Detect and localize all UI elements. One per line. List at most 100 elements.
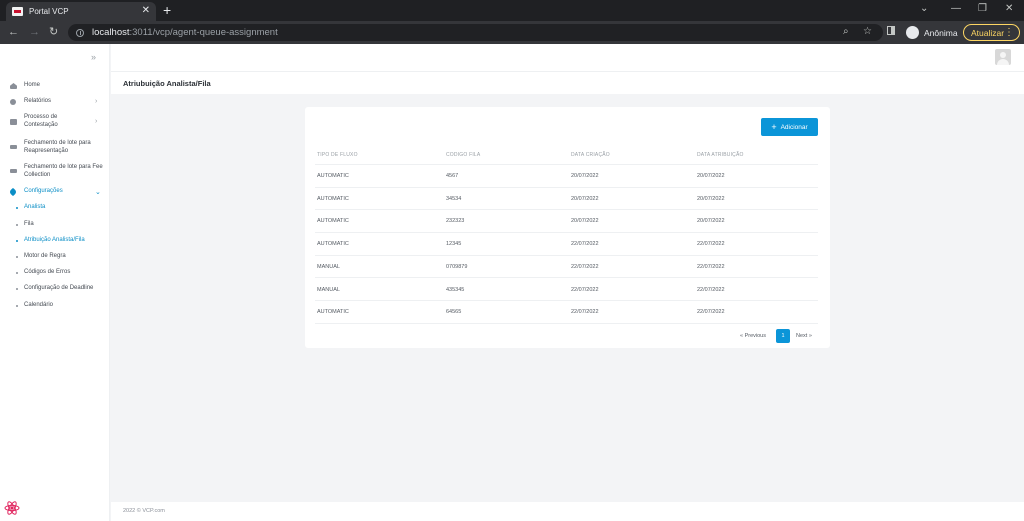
zoom-icon[interactable]: ⌕	[843, 26, 849, 38]
column-header-tipo-fluxo[interactable]: TIPO DE FLUXO	[317, 152, 358, 158]
bullet-icon	[16, 224, 18, 226]
bullet-icon	[16, 272, 18, 274]
info-icon[interactable]	[76, 28, 84, 37]
profile-button[interactable]: Anônima	[906, 26, 958, 39]
sidebar-item-label: Fila	[24, 221, 34, 227]
bullet-icon	[16, 305, 18, 307]
chevron-right-icon: ›	[95, 118, 98, 125]
table-row[interactable]: MANUAL 435345 22/07/2022 22/07/2022	[315, 279, 818, 302]
cell-data-criacao: 20/07/2022	[571, 195, 599, 202]
table-row[interactable]: AUTOMATIC 64565 22/07/2022 22/07/2022	[315, 301, 818, 324]
tab-title: Portal VCP	[29, 7, 69, 16]
footer: 2022 © VCP.com	[111, 502, 1024, 521]
bullet-icon	[16, 240, 18, 242]
table-row[interactable]: MANUAL 0709879 22/07/2022 22/07/2022	[315, 256, 818, 279]
table-row[interactable]: AUTOMATIC 4567 20/07/2022 20/07/2022	[315, 165, 818, 188]
cell-data-criacao: 22/07/2022	[571, 263, 599, 270]
cell-tipo-fluxo: AUTOMATIC	[317, 195, 349, 202]
chart-icon	[10, 99, 16, 105]
profile-label: Anônima	[924, 27, 958, 38]
wrench-icon	[8, 187, 18, 197]
reload-icon[interactable]: ↻	[49, 25, 58, 39]
table-row[interactable]: AUTOMATIC 232323 20/07/2022 20/07/2022	[315, 210, 818, 234]
cell-tipo-fluxo: MANUAL	[317, 286, 340, 293]
table-row[interactable]: AUTOMATIC 34534 20/07/2022 20/07/2022	[315, 188, 818, 211]
chevron-right-icon: ›	[95, 98, 98, 105]
cell-codigo-fila: 12345	[446, 241, 462, 248]
cell-data-atribuicao: 20/07/2022	[697, 173, 725, 179]
table-row[interactable]: AUTOMATIC 12345 22/07/2022 22/07/2022	[315, 233, 818, 256]
bullet-icon	[16, 256, 18, 258]
address-bar[interactable]: localhost :3011/vcp/agent-queue-assignme…	[68, 24, 883, 41]
sidebar-item-label: Configurações	[24, 188, 63, 194]
incognito-icon	[906, 26, 919, 39]
sidebar-item-label: Atribuição Analista/Fila	[24, 237, 85, 243]
sidebar-item-label: Relatórios	[24, 98, 52, 104]
cell-data-atribuicao: 22/07/2022	[697, 286, 725, 293]
cell-tipo-fluxo: AUTOMATIC	[317, 218, 349, 225]
folder-icon	[10, 119, 17, 125]
bullet-icon	[16, 288, 18, 290]
more-icon: ⋮	[1004, 27, 1014, 38]
cell-data-atribuicao: 20/07/2022	[697, 195, 725, 202]
tab-search-icon[interactable]: ⌄	[920, 3, 928, 15]
cell-data-criacao: 22/07/2022	[571, 241, 599, 248]
favicon-icon	[12, 7, 23, 16]
cell-codigo-fila: 4567	[446, 173, 459, 179]
user-avatar-icon[interactable]	[995, 49, 1011, 65]
close-window-icon[interactable]: ✕	[1005, 3, 1013, 15]
sidebar-item-label: Fechamento de lote para Reapresentação	[24, 140, 91, 154]
assignment-card: + Adicionar TIPO DE FLUXO CODIGO FILA DA…	[305, 107, 830, 348]
column-header-data-criacao[interactable]: DATA CRIAÇÃO	[571, 152, 610, 158]
cell-data-criacao: 20/07/2022	[571, 173, 599, 179]
add-button-label: Adicionar	[780, 123, 808, 131]
react-logo-icon	[4, 501, 20, 515]
browser-tab[interactable]: Portal VCP ✕	[6, 2, 156, 21]
close-tab-icon[interactable]: ✕	[142, 5, 150, 17]
cell-data-atribuicao: 22/07/2022	[697, 263, 725, 270]
add-button[interactable]: + Adicionar	[761, 118, 818, 136]
cell-codigo-fila: 64565	[446, 309, 462, 316]
cell-data-criacao: 22/07/2022	[571, 309, 599, 316]
cell-tipo-fluxo: AUTOMATIC	[317, 173, 349, 179]
back-icon[interactable]: ←	[8, 25, 19, 39]
browser-toolbar: ← → ↻ localhost :3011/vcp/agent-queue-as…	[0, 21, 1024, 44]
side-panel-icon[interactable]	[887, 26, 895, 35]
page-title-bar: Atriubuição Analista/Fila	[111, 72, 1024, 94]
cell-codigo-fila: 34534	[446, 195, 462, 202]
new-tab-icon[interactable]: +	[163, 2, 171, 18]
restore-icon[interactable]: ❐	[978, 3, 987, 15]
pagination-next[interactable]: Next »	[796, 329, 812, 343]
plus-icon: +	[771, 121, 777, 132]
cell-data-atribuicao: 20/07/2022	[697, 218, 725, 225]
url-path: :3011/vcp/agent-queue-assignment	[129, 27, 278, 38]
cell-codigo-fila: 232323	[446, 218, 465, 225]
pagination-previous[interactable]: « Previous	[740, 329, 766, 343]
card-icon	[10, 145, 17, 149]
page-title: Atriubuição Analista/Fila	[123, 79, 211, 88]
column-header-data-atribuicao[interactable]: DATA ATRIBUIÇÃO	[697, 152, 744, 158]
collapse-sidebar-icon[interactable]: »	[91, 52, 96, 62]
sidebar-item-label: Processo de Contestação	[24, 114, 58, 128]
sidebar-item-label: Calendário	[24, 302, 54, 308]
card-icon	[10, 169, 17, 173]
cell-data-criacao: 20/07/2022	[571, 218, 599, 225]
column-header-codigo-fila[interactable]: CODIGO FILA	[446, 152, 480, 158]
url-host: localhost	[92, 27, 130, 38]
minimize-icon[interactable]: —	[951, 3, 961, 15]
footer-copyright: 2022 © VCP.com	[123, 508, 165, 514]
top-header	[111, 44, 1024, 72]
update-button[interactable]: Atualizar ⋮	[963, 24, 1020, 41]
sidebar-item-label: Motor de Regra	[24, 253, 66, 259]
update-label: Atualizar	[971, 27, 1005, 38]
cell-tipo-fluxo: AUTOMATIC	[317, 241, 349, 248]
sidebar-item-label: Analista	[24, 204, 46, 210]
cell-tipo-fluxo: AUTOMATIC	[317, 309, 349, 316]
browser-tab-strip: Portal VCP ✕ + ⌄ — ❐ ✕	[0, 0, 1024, 21]
forward-icon[interactable]: →	[29, 25, 40, 39]
home-icon	[10, 83, 17, 89]
cell-data-criacao: 22/07/2022	[571, 286, 599, 293]
bookmark-star-icon[interactable]: ☆	[863, 26, 872, 38]
cell-codigo-fila: 435345	[446, 286, 465, 293]
pagination-page-1[interactable]: 1	[776, 329, 790, 343]
